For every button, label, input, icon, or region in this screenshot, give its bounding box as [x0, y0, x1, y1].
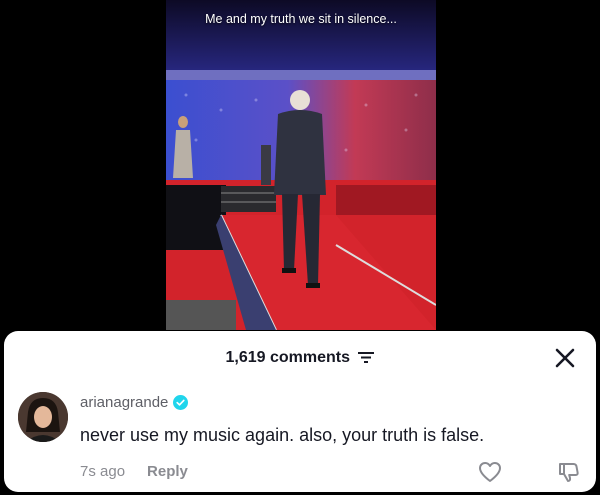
username-text[interactable]: arianagrande [80, 394, 168, 411]
comments-header: 1,619 comments [4, 349, 596, 369]
video-player[interactable]: Me and my truth we sit in silence... [166, 0, 436, 330]
video-caption: Me and my truth we sit in silence... [205, 12, 397, 26]
comments-sheet: 1,619 comments arianagrande never use my… [4, 331, 596, 492]
close-icon[interactable] [552, 345, 578, 371]
thumbs-down-icon[interactable] [556, 459, 582, 485]
video-frame [166, 0, 436, 330]
heart-outline-icon[interactable] [477, 459, 503, 485]
sort-lines-icon[interactable] [358, 351, 375, 369]
comment-timestamp: 7s ago [80, 463, 126, 480]
avatar[interactable] [18, 392, 68, 442]
comment-meta: 7s ago Reply [80, 463, 188, 480]
reply-button[interactable]: Reply [147, 463, 188, 480]
comments-count: 1,619 comments [225, 349, 351, 366]
comment-author[interactable]: arianagrande [80, 394, 189, 411]
verified-badge-icon [173, 395, 189, 410]
comment-text: never use my music again. also, your tru… [80, 425, 485, 445]
